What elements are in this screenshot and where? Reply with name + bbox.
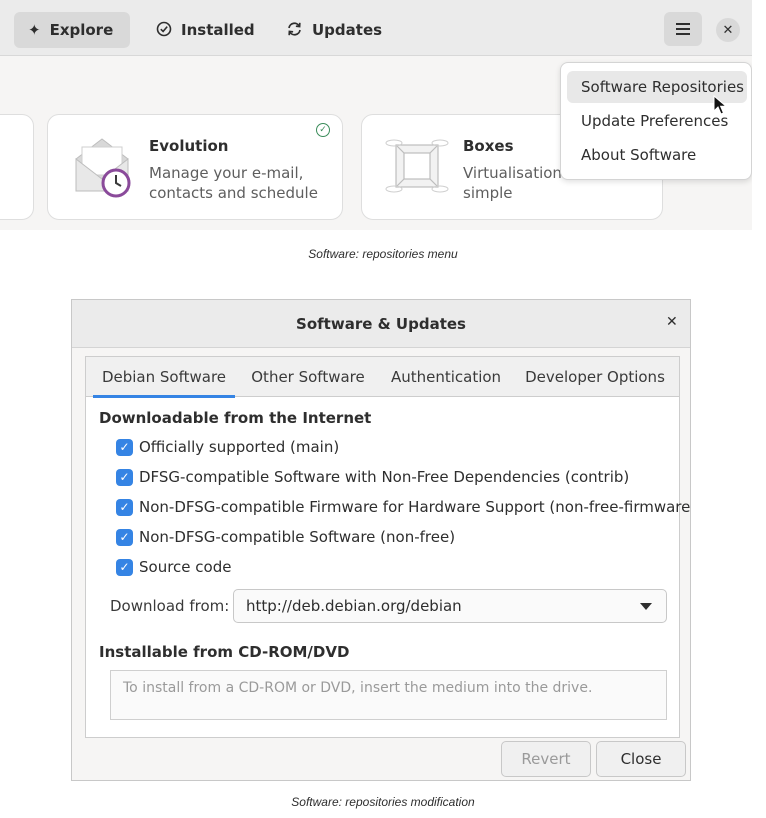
checkbox-non-free-firmware[interactable]: ✓ Non-DFSG-compatible Firmware for Hardw…	[116, 497, 691, 517]
app-card-evolution[interactable]: Evolution Manage your e-mail, contacts a…	[47, 114, 343, 220]
software-window: ✦ Explore Installed Updates ✕ Evolution …	[0, 0, 752, 230]
tab-authentication[interactable]: Authentication	[383, 357, 509, 397]
figure-caption: Software: repositories menu	[308, 247, 458, 261]
installed-check-icon: ✓	[316, 123, 330, 137]
downloadable-heading: Downloadable from the Internet	[99, 409, 372, 427]
figure-caption: Software: repositories modification	[291, 795, 475, 809]
download-from-value: http://deb.debian.org/debian	[246, 597, 462, 615]
checkbox-label: Non-DFSG-compatible Firmware for Hardwar…	[139, 498, 691, 516]
checkbox-label: Officially supported (main)	[139, 438, 340, 456]
app-card-partial[interactable]	[0, 114, 34, 220]
checkbox-checked-icon[interactable]: ✓	[116, 468, 133, 486]
checkbox-main[interactable]: ✓ Officially supported (main)	[116, 437, 339, 457]
checkbox-source-code[interactable]: ✓ Source code	[116, 557, 231, 577]
dialog-title: Software & Updates	[296, 314, 466, 333]
tab-other-software[interactable]: Other Software	[243, 357, 373, 397]
cdrom-heading: Installable from CD-ROM/DVD	[99, 643, 350, 661]
cdrom-info-box: To install from a CD-ROM or DVD, insert …	[110, 670, 667, 720]
cdrom-info-text: To install from a CD-ROM or DVD, insert …	[123, 680, 593, 696]
tab-installed[interactable]: Installed	[142, 12, 260, 48]
boxes-icon	[384, 137, 450, 201]
app-title: Evolution	[149, 137, 229, 155]
checkbox-label: Source code	[139, 558, 232, 576]
check-circle-icon	[156, 21, 172, 40]
tab-updates-label: Updates	[312, 21, 383, 39]
tab-debian-software[interactable]: Debian Software	[93, 357, 235, 398]
checkbox-label: Non-DFSG-compatible Software (non-free)	[139, 528, 456, 546]
app-title: Boxes	[463, 137, 514, 155]
refresh-icon	[286, 21, 303, 40]
mouse-cursor-icon	[713, 94, 728, 119]
checkbox-checked-icon[interactable]: ✓	[116, 438, 133, 456]
tab-explore-label: Explore	[49, 21, 114, 39]
menu-item-about-software[interactable]: About Software	[567, 139, 747, 171]
download-from-label: Download from:	[110, 597, 230, 615]
app-description: Virtualisation simple	[463, 164, 562, 202]
dialog-close-icon[interactable]: ✕	[666, 314, 678, 330]
checkbox-contrib[interactable]: ✓ DFSG-compatible Software with Non-Free…	[116, 467, 629, 487]
close-icon: ✕	[722, 22, 734, 38]
checkbox-checked-icon[interactable]: ✓	[116, 498, 133, 516]
tab-installed-label: Installed	[181, 21, 255, 39]
main-menu-popover: Software Repositories Update Preferences…	[560, 62, 752, 180]
download-from-select[interactable]: http://deb.debian.org/debian	[233, 589, 667, 623]
close-button[interactable]: Close	[596, 741, 686, 777]
hamburger-icon	[676, 28, 690, 30]
mail-clock-icon	[72, 135, 134, 203]
header-bar: ✦ Explore Installed Updates ✕	[0, 0, 752, 56]
tab-developer-options[interactable]: Developer Options	[519, 357, 671, 397]
checkbox-non-free[interactable]: ✓ Non-DFSG-compatible Software (non-free…	[116, 527, 455, 547]
tab-notebook: Debian Software Other Software Authentic…	[85, 356, 690, 738]
sparkle-icon: ✦	[28, 20, 41, 39]
window-close-button[interactable]: ✕	[716, 18, 740, 42]
tab-explore[interactable]: ✦ Explore	[14, 12, 130, 48]
tab-updates[interactable]: Updates	[272, 12, 384, 48]
revert-button[interactable]: Revert	[501, 741, 591, 777]
dialog-titlebar: Software & Updates	[72, 300, 690, 348]
checkbox-label: DFSG-compatible Software with Non-Free D…	[139, 468, 630, 486]
software-updates-dialog: Software & Updates ✕ Debian Software Oth…	[71, 299, 691, 781]
main-menu-button[interactable]	[664, 12, 702, 46]
tab-bar: Debian Software Other Software Authentic…	[86, 357, 679, 398]
checkbox-checked-icon[interactable]: ✓	[116, 558, 133, 576]
app-description: Manage your e-mail, contacts and schedul…	[149, 164, 318, 202]
checkbox-checked-icon[interactable]: ✓	[116, 528, 133, 546]
chevron-down-icon	[640, 603, 652, 610]
